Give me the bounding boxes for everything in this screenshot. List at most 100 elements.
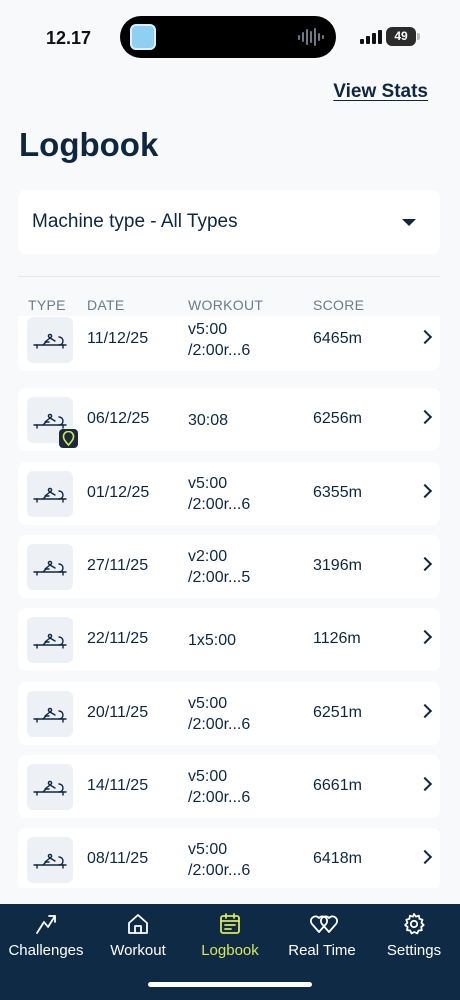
chevron-right-icon — [417, 630, 433, 645]
tab-workout[interactable]: Workout — [92, 904, 184, 974]
table-row[interactable]: 11/12/25 v5:00/2:00r...6 6465m — [18, 316, 440, 371]
table-row[interactable]: 06/12/25 30:08 6256m — [18, 388, 440, 452]
row-date: 06/12/25 — [87, 410, 150, 428]
row-score: 6661m — [313, 776, 362, 794]
machine-type-thumbnail — [27, 470, 73, 517]
row-workout-line1: v2:00 — [188, 547, 228, 565]
row-score: 6465m — [313, 330, 362, 347]
chevron-right-icon — [417, 703, 433, 718]
row-workout-line1: v5:00 — [188, 321, 228, 338]
tab-label: Challenges — [8, 942, 84, 959]
row-workout: v5:00/2:00r...6 — [188, 766, 298, 808]
row-score: 6256m — [313, 410, 362, 428]
row-workout-line2: /2:00r...6 — [188, 495, 251, 513]
column-header-score: SCORE — [313, 297, 365, 313]
table-row[interactable]: 01/12/25 v5:00/2:00r...6 6355m — [18, 461, 440, 525]
row-date: 14/11/25 — [87, 776, 149, 794]
column-header-type: TYPE — [28, 297, 66, 313]
rower-icon — [33, 707, 67, 723]
machine-type-thumbnail — [27, 690, 73, 737]
rower-icon — [33, 780, 67, 796]
table-row[interactable]: 22/11/25 1x5:00 1126m — [18, 608, 440, 672]
machine-type-thumbnail — [27, 543, 73, 590]
machine-type-thumbnail — [27, 317, 73, 363]
table-row[interactable]: 20/11/25 v5:00/2:00r...6 6251m — [18, 681, 440, 745]
tab-label: Settings — [386, 942, 442, 959]
row-score: 1126m — [313, 630, 361, 648]
row-workout-line2: /2:00r...6 — [188, 715, 251, 733]
tab-logbook[interactable]: Logbook — [184, 904, 276, 974]
machine-type-thumbnail — [27, 837, 73, 884]
signal-icon — [360, 30, 382, 44]
row-workout-line1: v5:00 — [188, 474, 228, 492]
dynamic-island — [120, 16, 336, 58]
machine-type-thumbnail — [27, 763, 73, 810]
location-badge — [59, 429, 78, 449]
row-workout: v5:00/2:00r...6 — [188, 473, 298, 515]
table-row[interactable]: 27/11/25 v2:00/2:00r...5 3196m — [18, 534, 440, 598]
machine-type-thumbnail — [27, 617, 73, 664]
table-row[interactable]: 14/11/25 v5:00/2:00r...6 6661m — [18, 754, 440, 818]
column-header-date: DATE — [87, 297, 125, 313]
table-row[interactable]: 08/11/25 v5:00/2:00r...6 6418m — [18, 828, 440, 888]
tab-label: Logbook — [201, 942, 259, 959]
row-workout: 1x5:00 — [188, 630, 298, 651]
divider — [18, 276, 440, 277]
column-header-workout: WORKOUT — [188, 297, 264, 313]
row-workout-line2: /2:00r...5 — [188, 568, 251, 586]
row-workout: v5:00/2:00r...6 — [188, 839, 298, 881]
rower-icon — [33, 413, 67, 429]
status-time: 12.17 — [46, 28, 92, 48]
row-workout-line2: /2:00r...6 — [188, 862, 251, 880]
tab-real-time[interactable]: Real Time — [276, 904, 368, 974]
view-stats-link[interactable]: View Stats — [333, 81, 428, 103]
row-date: 01/12/25 — [87, 483, 150, 501]
audio-wave-icon — [298, 28, 324, 46]
chevron-right-icon — [417, 483, 433, 498]
chevron-right-icon — [417, 776, 433, 791]
logbook-icon — [220, 913, 240, 934]
home-icon — [128, 914, 148, 934]
row-workout: v2:00/2:00r...5 — [188, 546, 298, 588]
row-date: 22/11/25 — [87, 630, 149, 648]
location-pin-icon — [62, 431, 75, 447]
row-workout: 30:08 — [188, 410, 298, 431]
chevron-right-icon — [417, 329, 433, 345]
gear-icon — [404, 913, 425, 935]
rower-icon — [33, 333, 67, 349]
page-title: Logbook — [19, 126, 159, 163]
row-workout-line2: /2:00r...6 — [188, 342, 251, 359]
row-workout: v5:00/2:00r...6 — [188, 319, 298, 361]
home-indicator — [148, 982, 312, 987]
row-score: 6251m — [313, 703, 362, 721]
chevron-right-icon — [417, 556, 433, 571]
hearts-icon — [310, 915, 338, 933]
row-workout: v5:00/2:00r...6 — [188, 693, 298, 735]
rower-icon — [33, 633, 67, 649]
caret-down-icon — [402, 219, 416, 226]
row-workout-line1: v5:00 — [188, 694, 228, 712]
rower-icon — [33, 560, 67, 576]
rower-icon — [33, 487, 67, 503]
row-workout-line1: 1x5:00 — [188, 632, 237, 650]
chevron-right-icon — [417, 850, 433, 865]
chevron-right-icon — [417, 410, 433, 425]
machine-type-dropdown[interactable]: Machine type - All Types — [18, 190, 440, 254]
tab-label: Workout — [110, 942, 166, 959]
row-date: 20/11/25 — [87, 703, 149, 721]
island-app-icon — [130, 24, 156, 50]
row-workout-line1: v5:00 — [188, 841, 228, 859]
row-date: 08/11/25 — [87, 850, 149, 868]
row-date: 11/12/25 — [87, 330, 149, 347]
row-date: 27/11/25 — [87, 556, 149, 574]
row-workout-line2: /2:00r...6 — [188, 788, 251, 806]
tab-challenges[interactable]: Challenges — [0, 904, 92, 974]
row-score: 6418m — [313, 850, 362, 868]
row-score: 6355m — [313, 483, 362, 501]
row-score: 3196m — [313, 556, 362, 574]
status-bar: 12.17 49 — [0, 0, 460, 70]
row-workout-line1: 30:08 — [188, 412, 229, 430]
row-workout-line1: v5:00 — [188, 767, 228, 785]
logbook-list[interactable]: 11/12/25 v5:00/2:00r...6 6465m 06/12/25 30:0… — [18, 316, 440, 888]
tab-settings[interactable]: Settings — [368, 904, 460, 974]
